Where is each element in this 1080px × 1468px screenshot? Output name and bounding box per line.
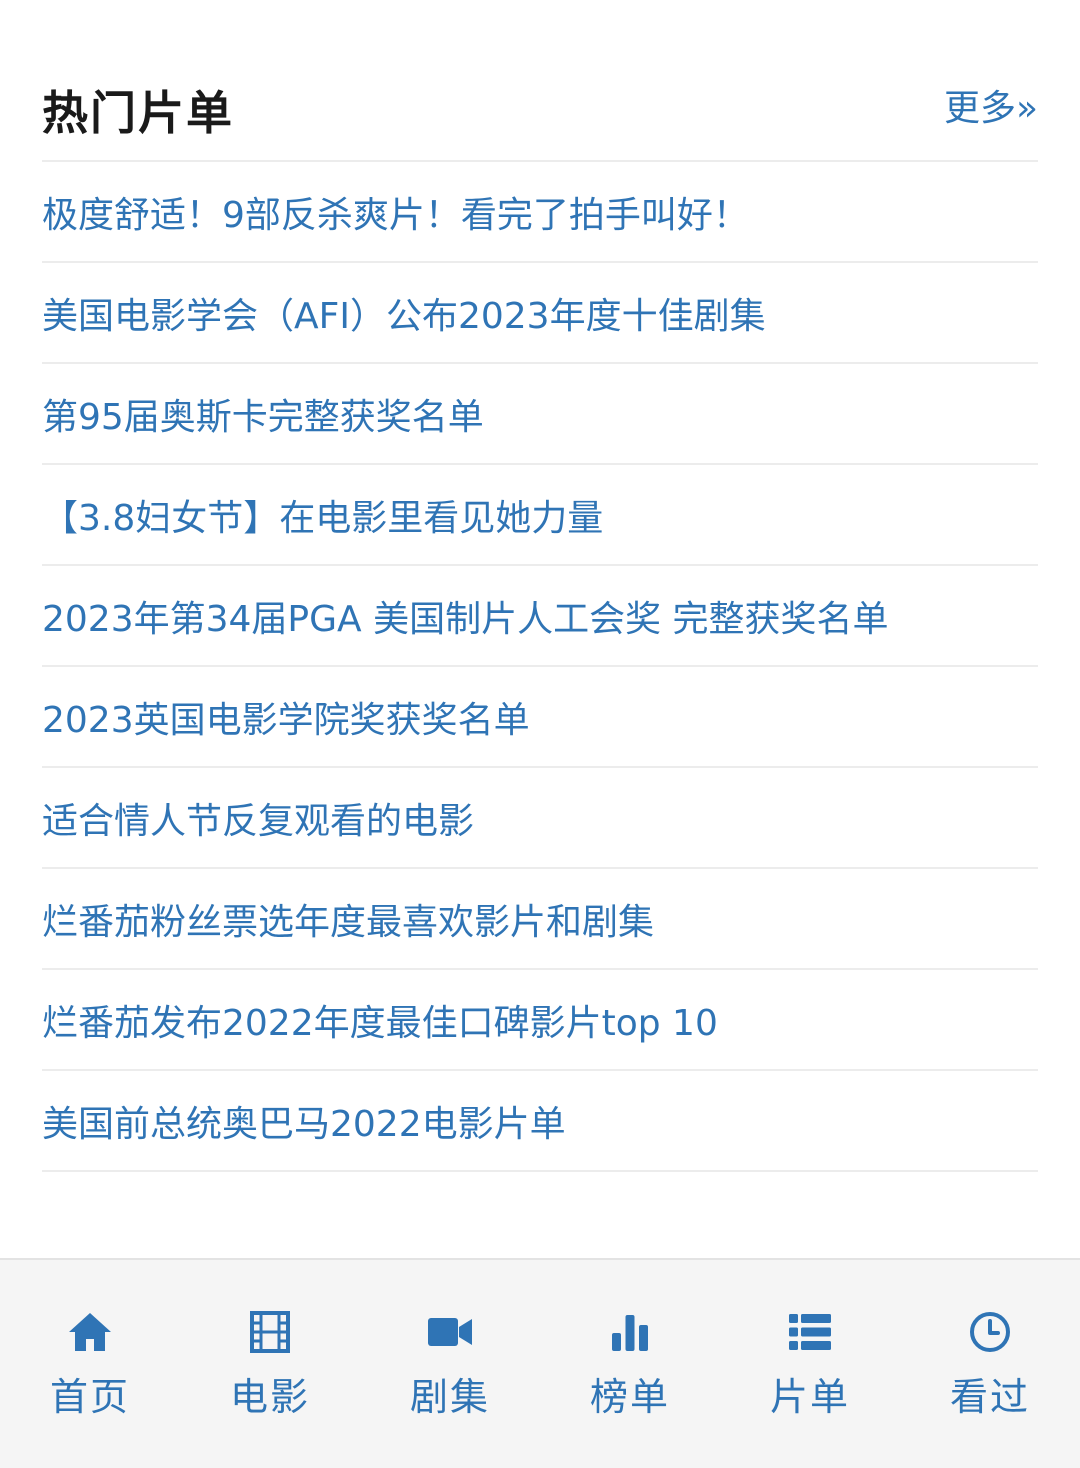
list-item[interactable]: 极度舒适！9部反杀爽片！看完了拍手叫好！ <box>42 162 1038 263</box>
tab-movies[interactable]: 电影 <box>180 1260 360 1468</box>
tab-rankings[interactable]: 榜单 <box>540 1260 720 1468</box>
home-icon <box>66 1308 114 1356</box>
list-item[interactable]: 【3.8妇女节】在电影里看见她力量 <box>42 465 1038 566</box>
tab-home[interactable]: 首页 <box>0 1260 180 1468</box>
list-item[interactable]: 烂番茄粉丝票选年度最喜欢影片和剧集 <box>42 869 1038 970</box>
more-link[interactable]: 更多» <box>944 79 1038 131</box>
list-item[interactable]: 烂番茄发布2022年度最佳口碑影片top 10 <box>42 970 1038 1071</box>
tab-label: 首页 <box>49 1375 130 1419</box>
page: 热门片单 更多» 极度舒适！9部反杀爽片！看完了拍手叫好！ 美国电影学会（AFI… <box>0 0 1080 1468</box>
list-item[interactable]: 美国前总统奥巴马2022电影片单 <box>42 1071 1038 1172</box>
tab-playlists[interactable]: 片单 <box>720 1260 900 1468</box>
film-icon <box>246 1308 294 1356</box>
list-item[interactable]: 适合情人节反复观看的电影 <box>42 768 1038 869</box>
tab-series[interactable]: 剧集 <box>360 1260 540 1468</box>
tab-label: 看过 <box>949 1375 1030 1419</box>
tab-label: 片单 <box>769 1375 850 1419</box>
section-header: 热门片单 更多» <box>42 60 1038 160</box>
tab-label: 剧集 <box>409 1375 490 1419</box>
list-item[interactable]: 美国电影学会（AFI）公布2023年度十佳剧集 <box>42 263 1038 364</box>
list-item[interactable]: 2023年第34届PGA 美国制片人工会奖 完整获奖名单 <box>42 566 1038 667</box>
tab-label: 电影 <box>229 1375 310 1419</box>
bottom-tab-bar: 首页 电影 剧集 榜单 片单 看过 <box>0 1258 1080 1468</box>
tab-label: 榜单 <box>589 1375 670 1419</box>
section-title: 热门片单 <box>42 86 234 140</box>
playlist-list: 极度舒适！9部反杀爽片！看完了拍手叫好！ 美国电影学会（AFI）公布2023年度… <box>42 160 1038 1172</box>
list-item[interactable]: 第95届奥斯卡完整获奖名单 <box>42 364 1038 465</box>
video-camera-icon <box>426 1308 474 1356</box>
list-icon <box>786 1308 834 1356</box>
clock-icon <box>966 1308 1014 1356</box>
list-item[interactable]: 2023英国电影学院奖获奖名单 <box>42 667 1038 768</box>
bar-chart-icon <box>606 1308 654 1356</box>
tab-watched[interactable]: 看过 <box>900 1260 1080 1468</box>
